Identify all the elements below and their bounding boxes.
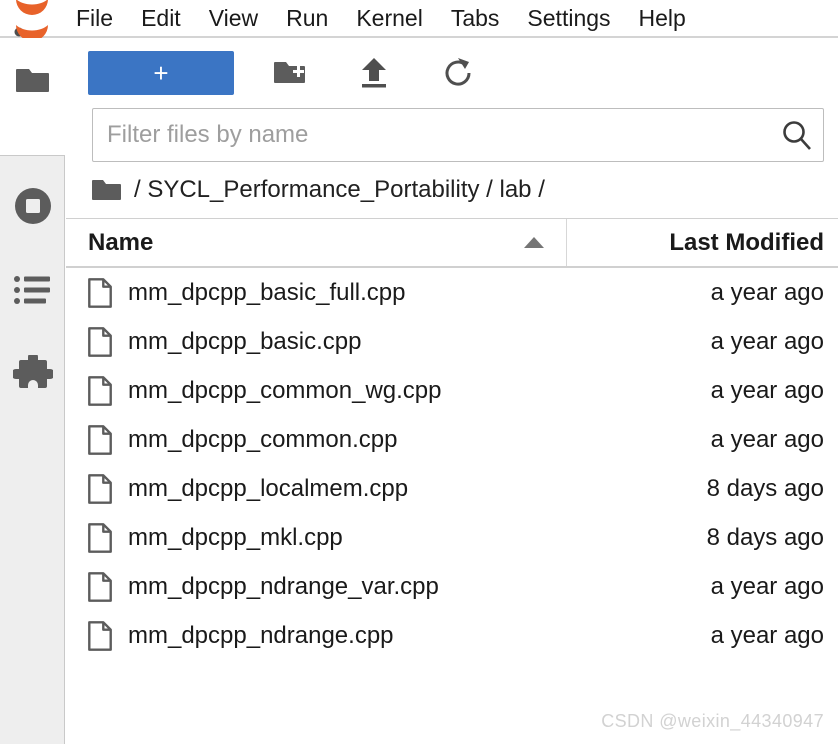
file-name: mm_dpcpp_basic.cpp [128, 327, 362, 355]
file-list: mm_dpcpp_basic_full.cpp a year ago mm_dpcp… [66, 268, 838, 698]
breadcrumb-folder-icon[interactable] [92, 178, 122, 202]
menu-item-file[interactable]: File [62, 0, 127, 37]
table-of-contents-icon[interactable] [0, 248, 65, 332]
filter-files-box[interactable] [92, 108, 824, 162]
menu-item-kernel[interactable]: Kernel [342, 0, 436, 37]
breadcrumb: / SYCL_Performance_Portability / lab / [66, 162, 838, 218]
new-folder-icon [274, 62, 305, 83]
table-row[interactable]: mm_dpcpp_basic_full.cpp a year ago [66, 268, 838, 317]
filter-files-input[interactable] [93, 121, 771, 149]
file-list-header: Name Last Modified [66, 218, 838, 268]
file-name: mm_dpcpp_ndrange.cpp [128, 621, 394, 649]
jupyter-logo [0, 0, 62, 39]
menu-item-settings[interactable]: Settings [513, 0, 624, 37]
table-row[interactable]: mm_dpcpp_common.cpp a year ago [66, 415, 838, 464]
sidebar-tab-group [0, 155, 65, 744]
file-last-modified: a year ago [710, 621, 824, 649]
new-folder-button[interactable] [262, 51, 318, 95]
menu-item-help[interactable]: Help [625, 0, 700, 37]
file-icon [88, 277, 118, 308]
breadcrumb-path[interactable]: / SYCL_Performance_Portability / lab / [134, 176, 545, 204]
file-icon [88, 571, 118, 602]
file-last-modified: 8 days ago [706, 523, 824, 551]
file-name: mm_dpcpp_ndrange_var.cpp [128, 572, 439, 600]
extension-manager-icon[interactable] [0, 332, 65, 416]
file-last-modified: a year ago [710, 376, 824, 404]
menu-item-view[interactable]: View [195, 0, 272, 37]
menu-item-edit[interactable]: Edit [127, 0, 195, 37]
column-header-name[interactable]: Name [66, 219, 567, 266]
file-icon [88, 620, 118, 651]
file-icon [88, 424, 118, 455]
column-header-last-modified-label: Last Modified [669, 228, 824, 256]
file-last-modified: a year ago [710, 425, 824, 453]
file-name: mm_dpcpp_common_wg.cpp [128, 376, 442, 404]
refresh-button[interactable] [430, 51, 486, 95]
file-icon [88, 375, 118, 406]
file-last-modified: a year ago [710, 572, 824, 600]
table-row[interactable]: mm_dpcpp_ndrange_var.cpp a year ago [66, 562, 838, 611]
sidebar-tab-file-browser[interactable] [0, 38, 65, 155]
menu-item-run[interactable]: Run [272, 0, 342, 37]
activity-sidebar [0, 38, 65, 744]
file-icon [88, 326, 118, 357]
file-last-modified: a year ago [710, 327, 824, 355]
table-row[interactable]: mm_dpcpp_ndrange.cpp a year ago [66, 611, 838, 660]
file-last-modified: a year ago [710, 278, 824, 306]
sort-ascending-icon [524, 237, 544, 248]
file-icon [88, 473, 118, 504]
file-icon [88, 522, 118, 553]
search-icon[interactable] [771, 119, 823, 151]
upload-icon [362, 58, 386, 88]
file-browser-toolbar: + [66, 38, 838, 108]
menu-item-tabs[interactable]: Tabs [437, 0, 514, 37]
file-browser-icon[interactable] [0, 38, 65, 122]
table-row[interactable]: mm_dpcpp_common_wg.cpp a year ago [66, 366, 838, 415]
table-row[interactable]: mm_dpcpp_basic.cpp a year ago [66, 317, 838, 366]
upload-button[interactable] [346, 51, 402, 95]
refresh-icon [445, 58, 471, 86]
new-launcher-button[interactable]: + [88, 51, 234, 95]
watermark-text: CSDN @weixin_44340947 [601, 711, 824, 731]
column-header-name-label: Name [88, 228, 154, 256]
running-terminals-icon[interactable] [0, 164, 65, 248]
column-header-last-modified[interactable]: Last Modified [567, 219, 838, 266]
file-name: mm_dpcpp_basic_full.cpp [128, 278, 406, 306]
table-row[interactable]: mm_dpcpp_localmem.cpp 8 days ago [66, 464, 838, 513]
file-name: mm_dpcpp_common.cpp [128, 425, 398, 453]
file-name: mm_dpcpp_localmem.cpp [128, 474, 409, 502]
menu-bar: File Edit View Run Kernel Tabs Settings … [0, 0, 838, 39]
file-name: mm_dpcpp_mkl.cpp [128, 523, 343, 551]
file-browser-panel: + Filter files by name / SYCL_Performanc… [66, 38, 838, 744]
table-row[interactable]: mm_dpcpp_mkl.cpp 8 days ago [66, 513, 838, 562]
file-last-modified: 8 days ago [706, 474, 824, 502]
